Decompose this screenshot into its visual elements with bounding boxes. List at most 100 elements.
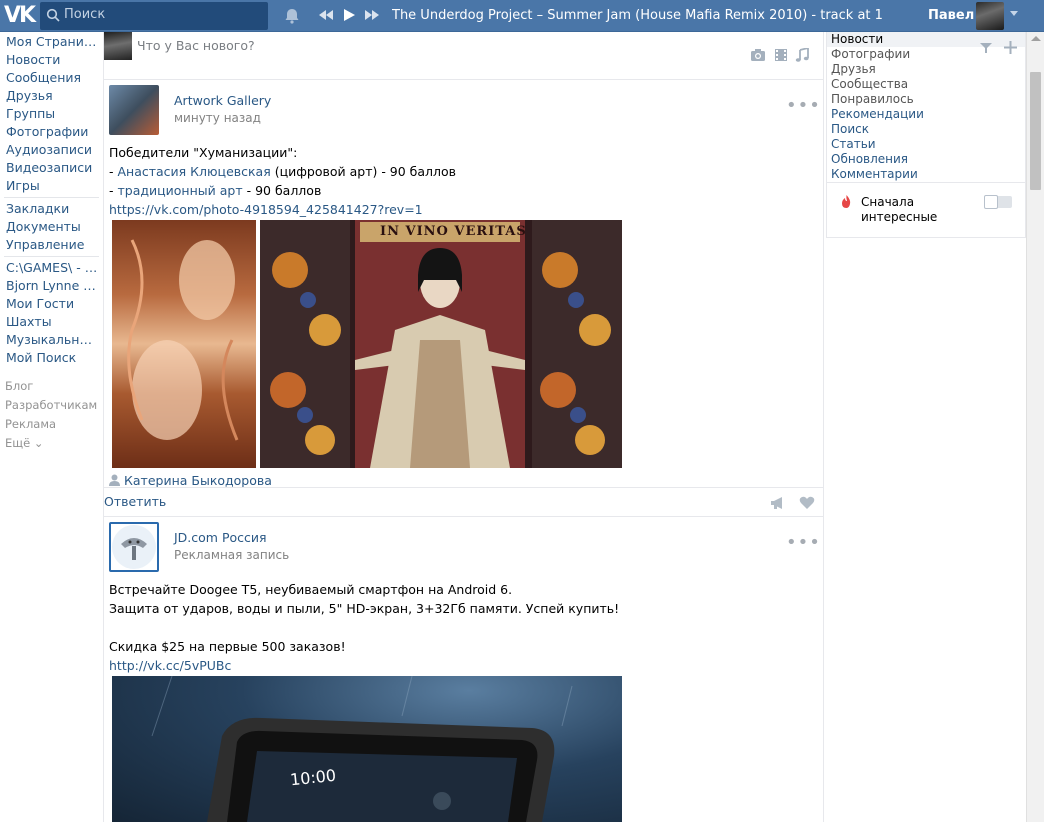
heart-icon[interactable] [799,496,815,510]
filter-articles[interactable]: Статьи [827,137,1025,152]
filter-liked[interactable]: Понравилось [827,92,1025,107]
music-icon[interactable] [795,48,809,62]
camera-icon[interactable] [750,48,766,62]
phone-illustration [151,676,573,822]
filter-comments[interactable]: Комментарии [827,167,1025,182]
interesting-first-toggle[interactable] [984,195,1012,209]
nav-app-guests[interactable]: Мои Гости [0,295,98,313]
author-avatar[interactable] [109,85,159,135]
nav-photos[interactable]: Фотографии [0,123,98,141]
nav-messages[interactable]: Сообщения [0,69,98,87]
filter-friends[interactable]: Друзья [827,62,1025,77]
play-icon[interactable] [342,8,356,22]
person-icon [109,474,120,486]
nav-documents[interactable]: Документы [0,218,98,236]
divider [827,182,1025,183]
figure-illustration [127,239,239,441]
video-icon[interactable] [774,48,788,62]
ad-label: Рекламная запись [174,548,290,562]
author-name[interactable]: Artwork Gallery [174,93,271,108]
artwork-image-2[interactable]: IN VINO VERITAS [260,220,622,468]
reply-button[interactable]: Ответить [104,494,166,509]
artist-link[interactable]: Анастасия Клюцевская [117,164,270,179]
text: (цифровой арт) - 90 баллов [270,164,457,179]
flame-icon [842,195,851,208]
nav-games[interactable]: Игры [0,177,98,195]
user-avatar[interactable] [976,2,1004,30]
in-vino-veritas-illustration [260,220,622,468]
filter-photos[interactable]: Фотографии [827,47,1025,62]
jd-logo-icon [112,525,156,569]
composer-avatar [104,32,132,60]
post-text: Встречайте Doogee T5, неубиваемый смартф… [109,580,619,675]
post-line: Встречайте Doogee T5, неубиваемый смартф… [109,582,513,597]
ad-link[interactable]: http://vk.cc/5vPUBc [109,658,231,673]
nav-manage[interactable]: Управление [0,236,98,254]
search-box[interactable]: Поиск [40,2,268,30]
photo-link[interactable]: https://vk.com/photo-4918594_425841427?r… [109,202,423,217]
post-text: Победители "Хуманизации": - Анастасия Кл… [109,143,456,219]
nav-news[interactable]: Новости [0,51,98,69]
filter-recommendations[interactable]: Рекомендации [827,107,1025,122]
label-line: интересные [861,210,938,224]
right-filter-menu: Новости Фотографии Друзья Сообщества Пон… [826,32,1026,238]
filter-news[interactable]: Новости [827,32,1025,47]
post-line: Защита от ударов, воды и пыли, 5" HD-экр… [109,601,620,616]
nav-groups[interactable]: Группы [0,105,98,123]
nav-bookmarks[interactable]: Закладки [0,200,98,218]
nav-app-music[interactable]: Музыкальны... [0,331,98,349]
post-time[interactable]: минуту назад [174,111,261,125]
text: - 90 баллов [242,183,322,198]
image-title: IN VINO VERITAS [380,224,527,239]
post-jd-russia: JD.com Россия Рекламная запись ••• Встре… [104,522,823,822]
filter-search[interactable]: Поиск [827,122,1025,137]
nav-app-mines[interactable]: Шахты [0,313,98,331]
scroll-up-arrow[interactable] [1031,36,1041,41]
search-input[interactable]: Поиск [64,7,105,22]
divider [104,487,823,488]
composer-input[interactable]: Что у Вас нового? [137,38,255,53]
chevron-down-icon[interactable] [1010,11,1018,16]
footer-blog[interactable]: Блог [0,377,103,396]
photo-author[interactable]: Катерина Быкодорова [124,473,272,488]
author-avatar[interactable] [109,522,159,572]
post-composer[interactable]: Что у Вас нового? [104,32,823,80]
search-icon [46,8,60,22]
category-link[interactable]: традиционный арт [117,183,242,198]
footer-developers[interactable]: Разработчикам [0,396,103,415]
author-name[interactable]: JD.com Россия [174,530,267,545]
vk-logo[interactable]: VK [4,4,36,28]
user-name[interactable]: Павел [928,8,974,23]
filter-communities[interactable]: Сообщества [827,77,1025,92]
filter-icon[interactable] [980,42,992,54]
nav-friends[interactable]: Друзья [0,87,98,105]
megaphone-icon[interactable] [770,496,786,510]
artwork-image-1[interactable] [112,220,256,468]
label-line: Сначала [861,195,915,209]
ad-image[interactable]: 10:00 [112,676,622,822]
nav-audio[interactable]: Аудиозаписи [0,141,98,159]
nav-app-search[interactable]: Мой Поиск [0,349,98,367]
footer-more[interactable]: Ещё ⌄ [0,434,103,453]
nav-app-games[interactable]: C:\GAMES\ - C... [0,259,98,277]
post-line: - Анастасия Клюцевская (цифровой арт) - … [109,162,456,181]
post-artwork-gallery: Artwork Gallery минуту назад ••• Победит… [104,85,823,517]
next-track-icon[interactable] [364,8,380,22]
more-icon[interactable]: ••• [786,95,821,116]
plus-icon[interactable] [1004,41,1017,54]
scrollbar[interactable] [1026,32,1044,822]
nav-app-bjorn[interactable]: Bjorn Lynne | B... [0,277,98,295]
previous-track-icon[interactable] [318,8,334,22]
scrollbar-thumb[interactable] [1030,72,1041,190]
footer-ads[interactable]: Реклама [0,415,103,434]
nav-my-page[interactable]: Моя Страница [0,33,98,51]
now-playing-track[interactable]: The Underdog Project – Summer Jam (House… [392,8,882,23]
more-icon[interactable]: ••• [786,532,821,553]
bell-icon[interactable] [283,7,301,25]
nav-video[interactable]: Видеозаписи [0,159,98,177]
filter-updates[interactable]: Обновления [827,152,1025,167]
interesting-first-label: Сначала интересные [861,195,937,225]
toggle-knob [984,195,998,209]
nav-divider [4,197,99,198]
